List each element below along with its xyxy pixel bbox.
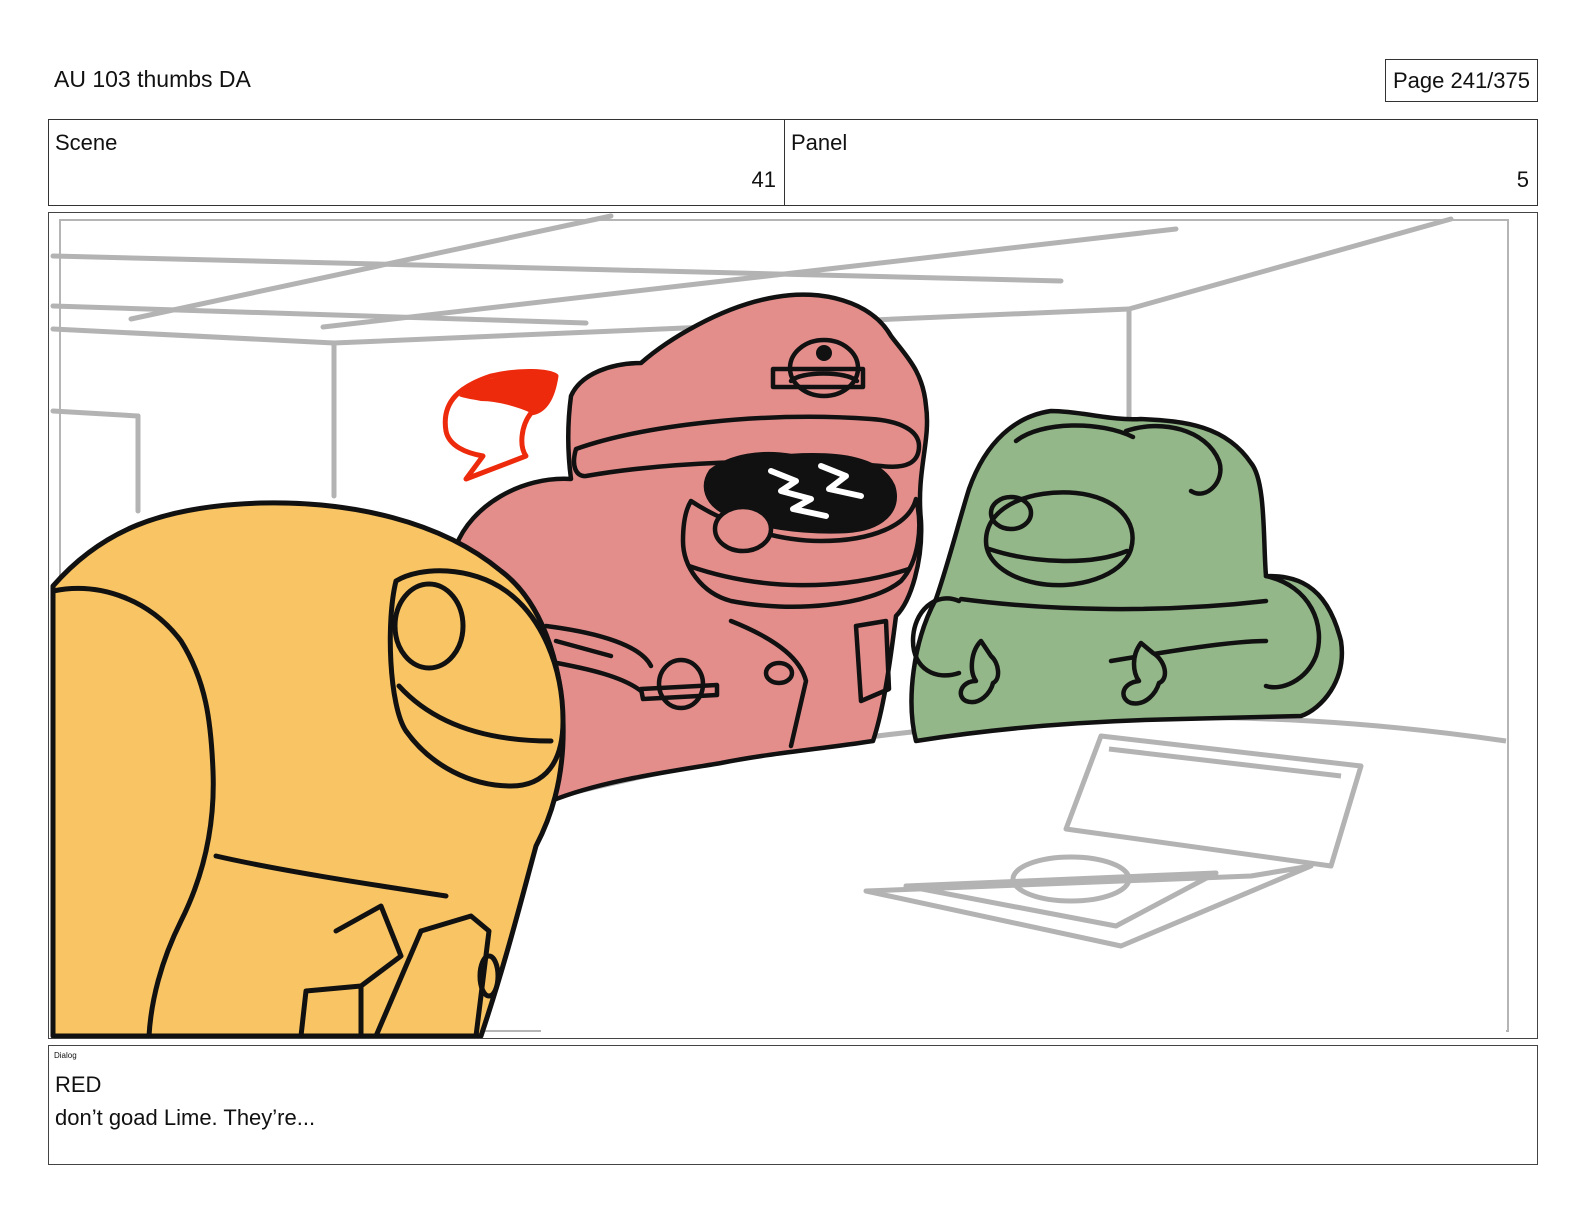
- green-crewmate: [909, 408, 1345, 744]
- panel-number: 5: [1516, 167, 1529, 192]
- dialog-box: Dialog RED don’t goad Lime. They’re...: [48, 1045, 1538, 1165]
- dialog-speaker: RED: [55, 1072, 102, 1097]
- panel-cell: Panel 5: [785, 120, 1537, 205]
- red-speech-mark: [442, 368, 559, 482]
- document-title: AU 103 thumbs DA: [54, 66, 251, 92]
- page-number-label: Page 241/375: [1392, 67, 1531, 93]
- scene-panel-info: Scene 41 Panel 5: [48, 119, 1538, 206]
- storyboard-frame: [48, 212, 1538, 1039]
- dialog-caption: Dialog: [54, 1051, 77, 1060]
- dialog-line: don’t goad Lime. They’re...: [55, 1105, 316, 1130]
- scene-number: 41: [751, 167, 776, 192]
- page-number: Page 241/375: [1385, 59, 1538, 102]
- scene-cell: Scene 41: [49, 120, 785, 205]
- storyboard-drawing: [50, 213, 1509, 1038]
- yellow-crewmate: [50, 500, 566, 1038]
- scene-label: Scene: [55, 130, 118, 155]
- panel-label: Panel: [791, 130, 848, 155]
